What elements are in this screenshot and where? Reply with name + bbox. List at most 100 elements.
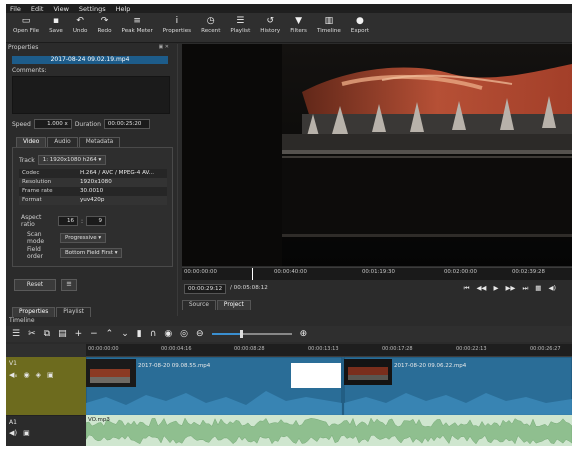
- total-time: / 00:05:08:12: [230, 285, 268, 291]
- audio-track[interactable]: VO.mp3: [85, 415, 572, 446]
- lock-icon[interactable]: ▣: [23, 429, 30, 437]
- scrub-icon[interactable]: ◉: [164, 329, 172, 339]
- history-button[interactable]: ↺ History: [255, 13, 285, 41]
- video-track[interactable]: 2017-08-20 09.08.55.mp4 2017-08-20 09.06…: [85, 356, 572, 416]
- zoom-slider[interactable]: [211, 330, 292, 338]
- append-icon[interactable]: +: [75, 329, 83, 339]
- menu-help[interactable]: Help: [116, 5, 131, 13]
- speed-label: Speed: [12, 120, 31, 128]
- duration-input[interactable]: 00:00:25:20: [103, 119, 150, 129]
- peak-meter-button[interactable]: ≡ Peak Meter: [117, 13, 158, 41]
- track-label: Track: [19, 156, 35, 164]
- video-track-header[interactable]: V1 ◀ₓ ◉ ◈ ▣: [6, 357, 86, 415]
- scan-mode-select[interactable]: Progressive ▾: [60, 233, 107, 243]
- tab-audio[interactable]: Audio: [47, 137, 78, 147]
- scan-mode-row: Scan mode Progressive ▾: [27, 231, 107, 245]
- table-row: Codec H.264 / AVC / MPEG-4 AV...: [19, 169, 167, 178]
- video-clips: 2017-08-20 09.08.55.mp4 2017-08-20 09.06…: [85, 356, 572, 416]
- clip-label: VO.mp3: [88, 417, 110, 423]
- volume-icon[interactable]: ◀): [548, 284, 556, 293]
- menu-icon[interactable]: ☰: [12, 329, 20, 339]
- paste-icon[interactable]: ▤: [58, 329, 67, 339]
- export-icon: ●: [356, 15, 364, 26]
- reset-button[interactable]: Reset: [14, 279, 56, 291]
- timeline-button[interactable]: ▥ Timeline: [312, 13, 346, 41]
- player-playhead[interactable]: [252, 268, 254, 280]
- toolbar-label: Peak Meter: [121, 28, 153, 34]
- tab-playlist[interactable]: Playlist: [56, 307, 91, 317]
- toolbar-label: Recent: [201, 28, 221, 34]
- player-ruler[interactable]: 00:00:00:00 00:00:40:00 00:01:19:30 00:0…: [182, 267, 572, 280]
- timeline-icon: ▥: [324, 15, 334, 26]
- snap-icon[interactable]: ∩: [150, 329, 157, 339]
- player-controls: 00:00:29:12 / 00:05:08:12 ⏮ ◀◀ ▶ ▶▶ ⏭ ▦ …: [182, 282, 572, 296]
- timeline-title: Timeline: [6, 317, 572, 325]
- tab-metadata[interactable]: Metadata: [78, 137, 121, 147]
- filter-icon: ▼: [295, 15, 303, 26]
- properties-panel: Properties ▣ ✕ 2017-08-24 09.02.19.mp4 C…: [6, 44, 173, 317]
- toolbar-label: Undo: [72, 28, 88, 34]
- skip-next-icon[interactable]: ⏭: [522, 284, 528, 293]
- video-properties-box: Track 1: 1920x1080 h264 ▾ Codec H.264 / A…: [12, 147, 173, 267]
- grid-icon[interactable]: ▦: [535, 284, 541, 293]
- lift-icon[interactable]: ⌃: [106, 329, 114, 339]
- track-name: V1: [9, 360, 17, 367]
- zoom-slider-handle[interactable]: [239, 330, 243, 338]
- comments-label: Comments:: [12, 67, 47, 74]
- eye-icon[interactable]: ◉: [24, 371, 30, 379]
- rewind-icon[interactable]: ◀◀: [476, 284, 486, 293]
- panel-divider[interactable]: [177, 44, 178, 316]
- cut-icon[interactable]: ✂: [28, 329, 36, 339]
- mute-icon[interactable]: ◀ₓ: [9, 371, 18, 379]
- copy-icon[interactable]: ⧉: [44, 329, 50, 339]
- table-row: Frame rate 30.0010: [19, 187, 167, 196]
- menu-settings[interactable]: Settings: [79, 5, 106, 13]
- panel-float-close-icons[interactable]: ▣ ✕: [158, 44, 169, 50]
- remove-icon[interactable]: −: [90, 329, 98, 339]
- play-icon[interactable]: ▶: [493, 284, 498, 293]
- table-row: Resolution 1920x1080: [19, 178, 167, 187]
- open-file-button[interactable]: ▭ Open File: [8, 13, 44, 41]
- filters-button[interactable]: ▼ Filters: [285, 13, 312, 41]
- duration-label: Duration: [74, 120, 101, 128]
- redo-button[interactable]: ↷ Redo: [92, 13, 116, 41]
- timeline-ruler[interactable]: 00:00:00:00 00:00:04:16 00:00:08:28 00:0…: [86, 344, 572, 357]
- track-name: A1: [9, 419, 17, 426]
- skip-previous-icon[interactable]: ⏮: [464, 284, 470, 293]
- undo-button[interactable]: ↶ Undo: [68, 13, 93, 41]
- properties-button[interactable]: i Properties: [158, 13, 196, 41]
- aspect-width-input[interactable]: 16: [58, 216, 78, 226]
- lock-icon[interactable]: ▣: [47, 371, 54, 379]
- ripple-icon[interactable]: ◎: [180, 329, 188, 339]
- field-order-select[interactable]: Bottom Field First ▾: [60, 248, 123, 258]
- zoom-out-icon[interactable]: ⊖: [196, 329, 204, 339]
- recent-button[interactable]: ◷ Recent: [196, 13, 225, 41]
- tab-properties[interactable]: Properties: [12, 307, 56, 317]
- field-order-row: Field order Bottom Field First ▾: [27, 246, 123, 260]
- split-icon[interactable]: ▮: [137, 329, 142, 339]
- toolbar-label: Properties: [162, 28, 192, 34]
- audio-track-header[interactable]: A1 ◀) ▣: [6, 415, 86, 446]
- composite-icon[interactable]: ◈: [36, 371, 41, 379]
- speaker-icon[interactable]: ◀): [9, 429, 17, 437]
- comments-textarea[interactable]: [12, 76, 170, 114]
- menu-view[interactable]: View: [53, 5, 68, 13]
- current-time[interactable]: 00:00:29:12: [184, 284, 227, 294]
- toolbar-label: Open File: [13, 28, 40, 34]
- zoom-in-icon[interactable]: ⊕: [300, 329, 308, 339]
- track-select[interactable]: 1: 1920x1080 h264 ▾: [37, 155, 107, 165]
- menu-edit[interactable]: Edit: [31, 5, 44, 13]
- tab-source[interactable]: Source: [182, 300, 216, 310]
- menu-file[interactable]: File: [10, 5, 21, 13]
- tab-project[interactable]: Project: [216, 300, 251, 310]
- overwrite-icon[interactable]: ⌄: [121, 329, 129, 339]
- export-button[interactable]: ● Export: [346, 13, 374, 41]
- fast-forward-icon[interactable]: ▶▶: [505, 284, 515, 293]
- menu-icon[interactable]: ☰: [61, 279, 77, 291]
- tab-video[interactable]: Video: [16, 137, 47, 147]
- speed-input[interactable]: 1.000 x: [33, 119, 72, 129]
- playlist-button[interactable]: ☰ Playlist: [225, 13, 255, 41]
- save-button[interactable]: ▪ Save: [44, 13, 68, 41]
- scan-mode-label: Scan mode: [27, 231, 45, 245]
- aspect-height-input[interactable]: 9: [86, 216, 107, 226]
